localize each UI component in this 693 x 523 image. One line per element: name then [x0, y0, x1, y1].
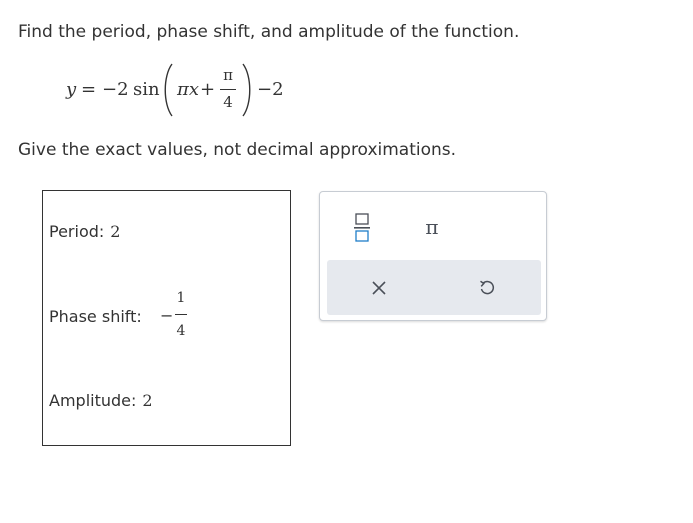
question-prompt: Find the period, phase shift, and amplit…: [18, 22, 520, 42]
close-icon: [372, 281, 386, 295]
phase-shift-row[interactable]: Phase shift:: [49, 307, 142, 327]
eq-sin: sin: [133, 79, 160, 100]
eq-frac-denominator: 4: [223, 93, 233, 111]
fraction-button[interactable]: [350, 210, 374, 244]
pi-button[interactable]: π: [418, 210, 446, 244]
phase-shift-numerator: 1: [176, 290, 186, 306]
function-equation: y = −2 sin πx + π 4 −2: [66, 60, 306, 120]
math-keypad: π: [319, 191, 547, 321]
eq-plus: +: [200, 79, 216, 100]
fraction-icon: [354, 213, 370, 242]
keypad-action-bar: [327, 260, 541, 315]
phase-shift-frac-bar: [175, 314, 187, 315]
period-label: Period:: [49, 222, 105, 241]
eq-trailing-constant: −2: [257, 79, 284, 100]
eq-equals: =: [81, 79, 97, 100]
eq-frac-numerator: π: [223, 66, 233, 84]
eq-coefficient: −2: [102, 79, 129, 100]
phase-shift-denominator: 4: [176, 323, 186, 339]
amplitude-value[interactable]: 2: [142, 391, 152, 410]
undo-icon: [480, 280, 495, 295]
eq-frac-bar: [220, 89, 236, 90]
amplitude-label: Amplitude:: [49, 391, 137, 410]
period-row[interactable]: Period: 2: [49, 222, 120, 242]
undo-button[interactable]: [473, 274, 501, 302]
period-value[interactable]: 2: [110, 222, 120, 241]
right-paren: [242, 63, 251, 117]
phase-shift-sign: −: [160, 306, 174, 325]
eq-y: y: [66, 79, 77, 100]
eq-inner-var: πx: [177, 79, 199, 100]
clear-button[interactable]: [365, 274, 393, 302]
left-paren: [164, 63, 173, 117]
answer-box[interactable]: Period: 2 Phase shift: − 1 4 Amplitude: 2: [42, 190, 291, 446]
phase-shift-value[interactable]: 1 4: [174, 290, 188, 340]
phase-shift-label: Phase shift:: [49, 307, 142, 326]
amplitude-row[interactable]: Amplitude: 2: [49, 391, 153, 411]
instruction-text: Give the exact values, not decimal appro…: [18, 140, 457, 160]
